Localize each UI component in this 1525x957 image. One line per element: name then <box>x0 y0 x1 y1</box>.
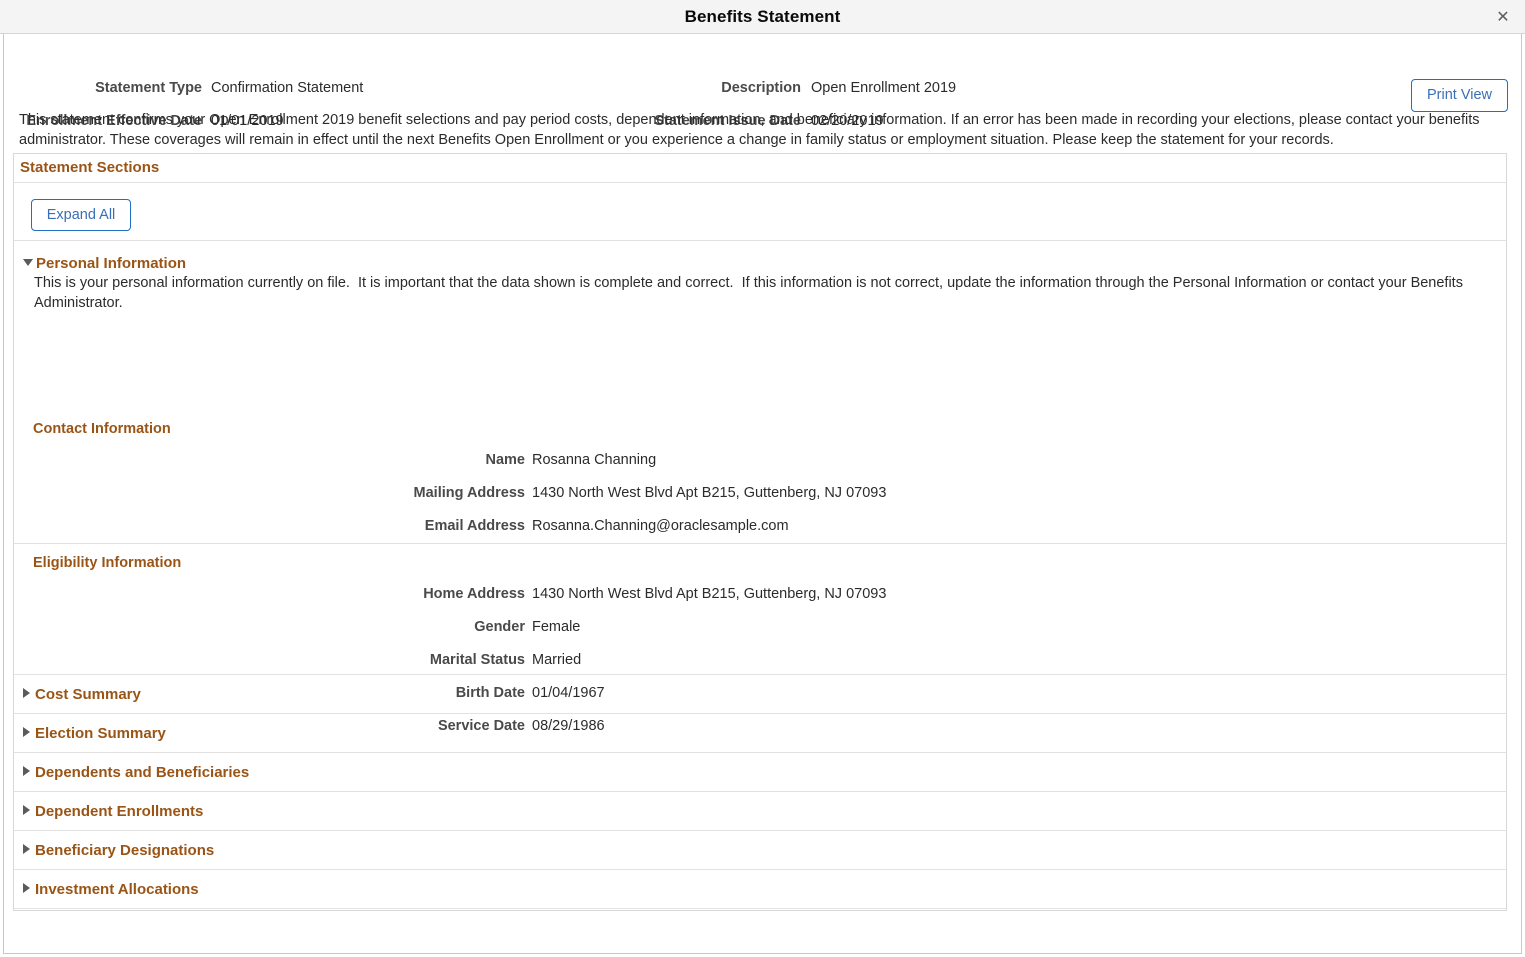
statement-header: Statement Type Confirmation Statement En… <box>0 34 1525 129</box>
expand-all-button[interactable]: Expand All <box>31 199 131 231</box>
mailing-address-value: 1430 North West Blvd Apt B215, Guttenber… <box>532 485 887 501</box>
section-investment-allocations-title: Investment Allocations <box>35 880 199 898</box>
triangle-right-icon <box>23 766 30 777</box>
section-dependents-and-beneficiaries[interactable]: Dependents and Beneficiaries <box>14 753 1506 792</box>
section-cost-summary-toggle[interactable]: Cost Summary <box>23 685 141 703</box>
section-personal-information-title: Personal Information <box>36 254 187 272</box>
email-address-value: Rosanna.Channing@oraclesample.com <box>532 518 789 534</box>
section-cost-summary[interactable]: Cost Summary <box>14 675 1506 714</box>
statement-sections-title: Statement Sections <box>20 159 160 176</box>
name-value: Rosanna Channing <box>532 452 657 468</box>
personal-information-description: This is your personal information curren… <box>34 275 1467 311</box>
marital-status-label: Marital Status <box>429 652 525 668</box>
triangle-right-icon <box>23 688 30 699</box>
section-election-summary-toggle[interactable]: Election Summary <box>23 724 166 742</box>
section-dependents-and-beneficiaries-title: Dependents and Beneficiaries <box>35 763 250 781</box>
statement-type-label: Statement Type <box>95 80 202 96</box>
home-address-label: Home Address <box>423 586 525 602</box>
section-beneficiary-designations[interactable]: Beneficiary Designations <box>14 831 1506 870</box>
triangle-right-icon <box>23 805 30 816</box>
close-icon[interactable]: ✕ <box>1493 8 1513 28</box>
section-dependents-and-beneficiaries-toggle[interactable]: Dependents and Beneficiaries <box>23 763 249 781</box>
eligibility-information-heading: Eligibility Information <box>33 555 182 571</box>
contact-information-heading: Contact Information <box>33 421 171 437</box>
gender-label: Gender <box>474 619 525 635</box>
home-address-value: 1430 North West Blvd Apt B215, Guttenber… <box>532 586 887 602</box>
statement-type-value: Confirmation Statement <box>211 80 364 96</box>
statement-sections-panel: Statement Sections Expand All Personal I… <box>13 153 1507 911</box>
section-dependent-enrollments-title: Dependent Enrollments <box>35 802 204 820</box>
eligibility-divider <box>14 543 1506 544</box>
marital-status-value: Married <box>532 652 582 668</box>
triangle-down-icon <box>23 258 33 266</box>
print-view-button[interactable]: Print View <box>1411 79 1508 112</box>
section-election-summary-title: Election Summary <box>35 724 166 742</box>
triangle-right-icon <box>23 883 30 894</box>
window-titlebar: Benefits Statement ✕ <box>0 0 1525 34</box>
mailing-address-label: Mailing Address <box>413 485 525 501</box>
triangle-right-icon <box>23 727 30 738</box>
section-investment-allocations-toggle[interactable]: Investment Allocations <box>23 880 199 898</box>
section-dependent-enrollments-toggle[interactable]: Dependent Enrollments <box>23 802 203 820</box>
email-address-label: Email Address <box>424 518 525 534</box>
section-cost-summary-title: Cost Summary <box>35 685 141 703</box>
triangle-right-icon <box>23 844 30 855</box>
section-investment-allocations[interactable]: Investment Allocations <box>14 870 1506 909</box>
statement-sections-header: Statement Sections <box>14 154 1506 183</box>
description-value: Open Enrollment 2019 <box>811 80 957 96</box>
section-beneficiary-designations-toggle[interactable]: Beneficiary Designations <box>23 841 214 859</box>
section-beneficiary-designations-title: Beneficiary Designations <box>35 841 215 859</box>
section-personal-information: Personal Information This is your person… <box>14 241 1506 734</box>
section-dependent-enrollments[interactable]: Dependent Enrollments <box>14 792 1506 831</box>
statement-intro-text: This statement confirms your Open Enroll… <box>19 112 1480 148</box>
description-label: Description <box>721 80 801 96</box>
section-personal-information-toggle[interactable]: Personal Information <box>23 254 186 272</box>
name-label: Name <box>485 452 526 468</box>
section-election-summary[interactable]: Election Summary <box>14 714 1506 753</box>
page-title: Benefits Statement <box>684 7 841 26</box>
gender-value: Female <box>532 619 581 635</box>
expand-all-row: Expand All <box>14 183 1506 241</box>
